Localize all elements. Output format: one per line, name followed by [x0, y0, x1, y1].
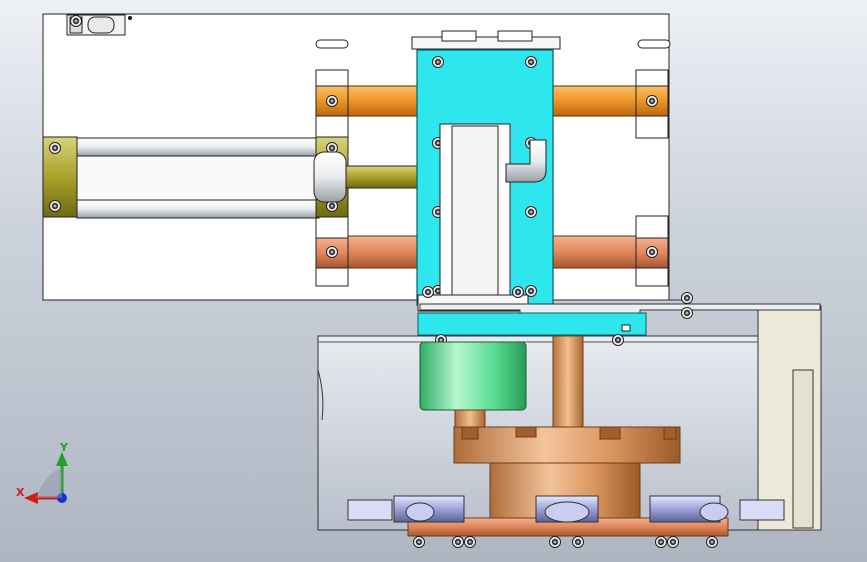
rod-bracket-left-upper: [315, 69, 349, 139]
drive-shaft: [552, 335, 584, 431]
sensor-fixture: [66, 14, 132, 36]
rod-bracket-right-upper: [635, 69, 669, 139]
roller-right: [649, 495, 785, 523]
roller-left: [347, 495, 465, 523]
rod-bracket-left-lower: [315, 215, 349, 287]
x-axis-label: X: [16, 486, 25, 499]
y-axis-label: Y: [59, 441, 69, 454]
bottom-bolts: [413, 536, 718, 548]
orientation-triad: Y X: [16, 441, 69, 504]
slide-carriage: [416, 49, 554, 312]
assembly-drawing: Y X: [16, 13, 822, 548]
cad-viewport[interactable]: Y X: [0, 0, 867, 562]
rod-bracket-right-lower: [635, 215, 669, 287]
roller-center: [535, 495, 599, 523]
